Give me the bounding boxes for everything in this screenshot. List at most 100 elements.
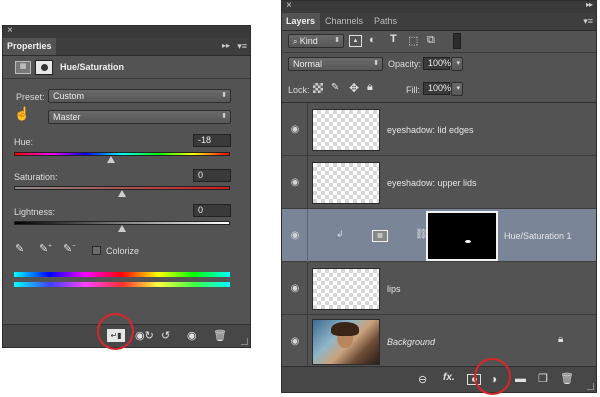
layer-thumbnail[interactable] <box>312 162 380 204</box>
tab-channels-label: Channels <box>325 16 364 26</box>
lightness-input[interactable]: 0 <box>193 204 231 217</box>
filter-pixel-icon[interactable]: ▲ <box>349 35 362 47</box>
targeted-adjustment-hand-icon[interactable]: ☝ <box>14 106 30 122</box>
layers-tabbar: Layers Channels Paths ▾≡ <box>282 13 596 31</box>
tab-properties[interactable]: Properties <box>3 38 56 55</box>
highlight-circle <box>97 313 134 350</box>
visibility-eye-icon[interactable]: ◉ <box>285 315 305 368</box>
opacity-slider-button[interactable]: ▾ <box>451 57 463 71</box>
output-spectrum-bar <box>14 282 230 287</box>
preset-label: Preset: <box>16 92 45 102</box>
filter-toggle[interactable] <box>453 33 461 49</box>
layer-thumbnail[interactable] <box>312 268 380 310</box>
tab-paths[interactable]: Paths <box>370 13 401 30</box>
panel-menu-icon[interactable]: ▾≡ <box>583 16 593 27</box>
hue-input[interactable]: -18 <box>193 134 231 147</box>
new-layer-icon[interactable]: ❐ <box>538 372 548 385</box>
reset-icon[interactable]: ↺ <box>161 329 170 342</box>
add-layer-style-button[interactable]: fx. <box>443 372 455 383</box>
trash-icon[interactable]: 🗑 <box>560 372 574 385</box>
saturation-input[interactable]: 0 <box>193 169 231 182</box>
layer-mask-thumbnail[interactable] <box>426 211 498 261</box>
visibility-eye-icon[interactable]: ◉ <box>285 156 305 209</box>
filter-smart-object-icon[interactable]: ⧉ <box>427 34 435 47</box>
visibility-eye-icon[interactable]: ◉ <box>187 329 197 342</box>
link-layers-icon[interactable]: ⊖ <box>418 373 427 386</box>
chevron-updown-icon: ⬍ <box>221 113 227 120</box>
chevron-down-icon: ▾ <box>456 85 460 92</box>
lock-transparent-icon[interactable] <box>313 83 323 93</box>
resize-grip-icon[interactable] <box>241 338 248 345</box>
lock-position-icon[interactable]: ✥ <box>349 81 359 95</box>
lightness-slider-knob[interactable] <box>118 225 126 232</box>
layer-name[interactable]: Hue/Saturation 1 <box>504 231 572 241</box>
layer-list: ◉ eyeshadow: lid edges ◉ eyeshadow: uppe… <box>282 102 596 369</box>
layers-panel: × ▸▸ Layers Channels Paths ▾≡ ⌕ Kind ⬍ ▲… <box>281 0 597 393</box>
opacity-input[interactable]: 100% <box>423 57 451 70</box>
chevron-updown-icon: ⬍ <box>373 60 379 67</box>
input-spectrum-bar <box>14 272 230 277</box>
view-previous-state-icon[interactable]: ◉↻ <box>135 329 154 342</box>
layer-row[interactable]: ◉ lips <box>282 262 596 315</box>
clipping-arrow-icon: ↲ <box>336 229 344 239</box>
layer-row[interactable]: ◉ eyeshadow: upper lids <box>282 156 596 209</box>
visibility-eye-icon[interactable]: ◉ <box>285 209 305 262</box>
adjustment-layer-icon[interactable]: ▦ <box>372 230 388 242</box>
blend-mode-value: Normal <box>293 59 323 69</box>
channel-dropdown[interactable]: Master ⬍ <box>48 110 231 124</box>
fill-input[interactable]: 100% <box>423 82 451 95</box>
panel-menu-icon[interactable]: ▾≡ <box>237 41 247 52</box>
eyedropper-plus-icon[interactable]: ✎+ <box>39 242 52 255</box>
eyedropper-minus-icon[interactable]: ✎− <box>63 242 76 255</box>
layer-row-selected[interactable]: ◉ ↲ ▦ ⛓ Hue/Saturation 1 <box>282 209 596 262</box>
saturation-slider-knob[interactable] <box>118 190 126 197</box>
close-icon[interactable]: × <box>7 25 13 36</box>
layer-name[interactable]: Background <box>387 337 435 347</box>
tab-layers[interactable]: Layers <box>282 13 320 30</box>
close-icon[interactable]: × <box>286 0 292 11</box>
layer-name[interactable]: eyeshadow: upper lids <box>387 178 477 188</box>
background-photo-thumbnail[interactable] <box>312 319 380 365</box>
lock-image-icon[interactable]: ✎ <box>331 82 339 93</box>
blend-mode-dropdown[interactable]: Normal ⬍ <box>288 57 383 71</box>
hue-slider-knob[interactable] <box>107 156 116 163</box>
layer-name[interactable]: eyeshadow: lid edges <box>387 125 474 135</box>
hue-slider-track[interactable] <box>14 152 230 156</box>
saturation-label: Saturation: <box>14 172 58 182</box>
panel-title: Hue/Saturation <box>60 62 125 72</box>
properties-panel: × Properties ▸▸ ▾≡ ▦ Hue/Saturation Pres… <box>2 25 251 348</box>
layer-row[interactable]: ◉ Background 🔒︎ <box>282 315 596 368</box>
layers-titlebar: × ▸▸ <box>282 0 596 13</box>
eyedropper-icon[interactable]: ✎ <box>15 242 24 255</box>
layer-thumbnail[interactable] <box>312 109 380 151</box>
opacity-label: Opacity: <box>388 59 422 69</box>
tab-layers-label: Layers <box>286 16 316 26</box>
fill-slider-button[interactable]: ▾ <box>451 82 463 96</box>
collapse-icon[interactable]: ▸▸ <box>586 0 593 9</box>
filter-adjustment-icon[interactable]: ◐ <box>369 34 376 46</box>
tab-paths-label: Paths <box>374 16 398 26</box>
tab-channels[interactable]: Channels <box>321 13 367 30</box>
new-group-folder-icon[interactable]: ▬ <box>515 373 526 385</box>
preset-dropdown[interactable]: Custom ⬍ <box>48 89 231 103</box>
search-icon: ⌕ <box>293 37 300 46</box>
trash-icon[interactable]: 🗑 <box>213 329 227 342</box>
filter-kind-dropdown[interactable]: ⌕ Kind ⬍ <box>288 34 344 48</box>
filter-type-icon[interactable]: T <box>390 33 397 45</box>
fx-label: fx. <box>443 372 455 383</box>
channel-value: Master <box>53 112 81 122</box>
chevron-updown-icon: ⬍ <box>334 37 340 44</box>
layer-mask-icon[interactable] <box>35 60 53 75</box>
filter-shape-icon[interactable]: ⬚ <box>408 34 418 47</box>
properties-tabbar: Properties ▸▸ ▾≡ <box>3 38 250 56</box>
visibility-eye-icon[interactable]: ◉ <box>285 262 305 315</box>
collapse-icon[interactable]: ▸▸ <box>222 41 230 50</box>
lock-all-icon[interactable]: 🔒︎ <box>367 81 373 94</box>
lock-icon: 🔒︎ <box>558 334 564 345</box>
layer-name[interactable]: lips <box>387 284 401 294</box>
layer-row[interactable]: ◉ eyeshadow: lid edges <box>282 103 596 156</box>
resize-grip-icon[interactable] <box>587 383 594 390</box>
visibility-eye-icon[interactable]: ◉ <box>285 103 305 156</box>
colorize-checkbox[interactable] <box>92 246 101 255</box>
fill-label: Fill: <box>406 85 420 95</box>
